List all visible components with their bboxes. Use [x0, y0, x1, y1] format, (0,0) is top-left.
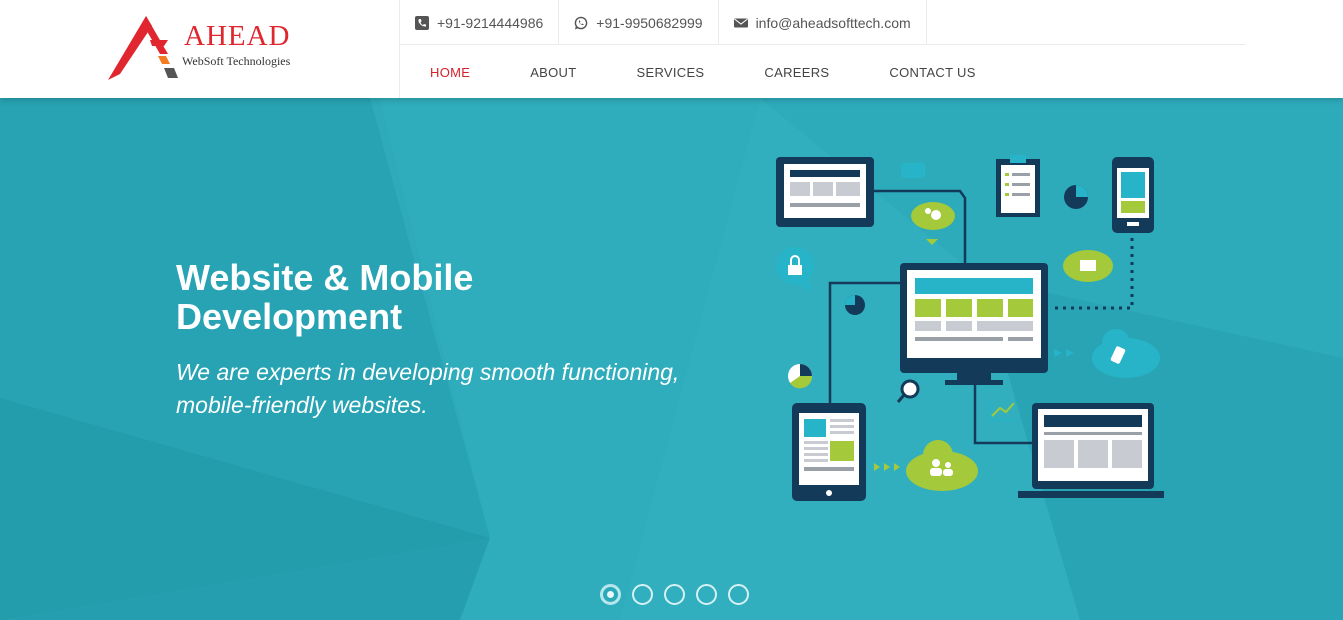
brand-tagline: WebSoft Technologies — [182, 54, 291, 68]
header-right: +91-9214444986 +91-9950682999 info@ahead… — [399, 0, 1246, 98]
brand-name: AHEAD — [184, 20, 291, 52]
nav-item-contact-us[interactable]: CONTACT US — [859, 65, 1005, 80]
contact-bar: +91-9214444986 +91-9950682999 info@ahead… — [400, 0, 1246, 45]
contact-phone[interactable]: +91-9214444986 — [400, 0, 560, 45]
slider-dot-2[interactable] — [632, 584, 653, 605]
nav-item-about[interactable]: ABOUT — [500, 65, 606, 80]
nav-item-home[interactable]: HOME — [400, 65, 500, 80]
logo-mark-icon — [108, 16, 178, 80]
nav-item-careers[interactable]: CAREERS — [734, 65, 859, 80]
hero-subtitle: We are experts in developing smooth func… — [176, 359, 680, 418]
nav-item-services[interactable]: SERVICES — [607, 65, 735, 80]
slider-dot-5[interactable] — [728, 584, 749, 605]
slider-dot-4[interactable] — [696, 584, 717, 605]
hero-title: Website & Mobile Development — [176, 257, 474, 337]
hero-slider: Website & Mobile Development We are expe… — [0, 98, 1343, 620]
contact-whatsapp[interactable]: +91-9950682999 — [559, 0, 719, 45]
main-nav: HOME ABOUT SERVICES CAREERS CONTACT US — [400, 46, 1006, 98]
phone-icon — [415, 15, 429, 30]
brand-logo[interactable]: AHEAD WebSoft Technologies — [106, 14, 316, 84]
email-address: info@aheadsofttech.com — [755, 14, 911, 31]
whatsapp-number: +91-9950682999 — [596, 14, 703, 31]
contact-email[interactable]: info@aheadsofttech.com — [719, 0, 927, 45]
whatsapp-icon — [574, 16, 588, 29]
envelope-icon — [733, 18, 748, 27]
slider-dot-1[interactable] — [600, 584, 621, 605]
slider-dots — [600, 584, 749, 605]
site-header: AHEAD WebSoft Technologies +91-921444498… — [0, 0, 1343, 98]
devices-illustration — [776, 155, 1164, 501]
phone-number: +91-9214444986 — [437, 14, 544, 31]
slider-dot-3[interactable] — [664, 584, 685, 605]
